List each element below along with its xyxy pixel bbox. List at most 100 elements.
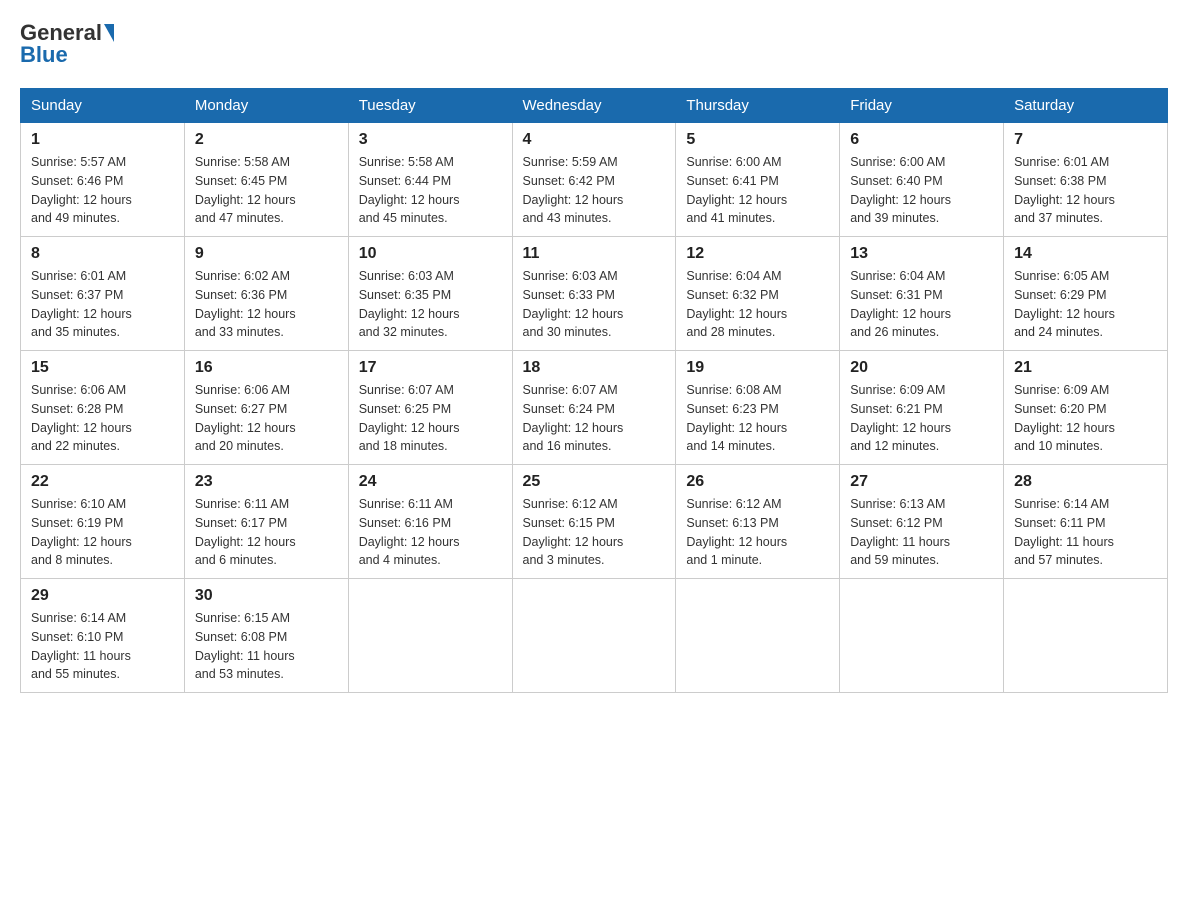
- calendar-cell: 18Sunrise: 6:07 AMSunset: 6:24 PMDayligh…: [512, 351, 676, 465]
- day-number: 11: [523, 245, 666, 263]
- calendar-cell: 27 Sunrise: 6:13 AMSunset: 6:12 PMDayligh…: [840, 465, 1004, 579]
- day-number: 1: [31, 131, 174, 149]
- calendar-cell: [348, 579, 512, 693]
- day-info: Sunrise: 6:15 AMSunset: 6:08 PMDaylight:…: [195, 609, 338, 684]
- day-number: 29: [31, 587, 174, 605]
- day-info: Sunrise: 6:12 AMSunset: 6:15 PMDaylight:…: [523, 495, 666, 570]
- calendar-cell: 16 Sunrise: 6:06 AMSunset: 6:27 PMDayligh…: [184, 351, 348, 465]
- calendar-cell: 11Sunrise: 6:03 AMSunset: 6:33 PMDayligh…: [512, 237, 676, 351]
- day-number: 30: [195, 587, 338, 605]
- week-row-4: 22 Sunrise: 6:10 AMSunset: 6:19 PMDayligh…: [21, 465, 1168, 579]
- weekday-header-sunday: Sunday: [21, 89, 185, 123]
- calendar-cell: 17 Sunrise: 6:07 AMSunset: 6:25 PMDayligh…: [348, 351, 512, 465]
- weekday-header-friday: Friday: [840, 89, 1004, 123]
- day-number: 23: [195, 473, 338, 491]
- day-info: Sunrise: 6:07 AMSunset: 6:24 PMDaylight:…: [523, 381, 666, 456]
- day-info: Sunrise: 6:11 AMSunset: 6:16 PMDaylight:…: [359, 495, 502, 570]
- day-number: 8: [31, 245, 174, 263]
- day-number: 14: [1014, 245, 1157, 263]
- calendar-cell: 25 Sunrise: 6:12 AMSunset: 6:15 PMDayligh…: [512, 465, 676, 579]
- day-info: Sunrise: 6:12 AMSunset: 6:13 PMDaylight:…: [686, 495, 829, 570]
- day-info: Sunrise: 6:06 AMSunset: 6:27 PMDaylight:…: [195, 381, 338, 456]
- day-info: Sunrise: 6:13 AMSunset: 6:12 PMDaylight:…: [850, 495, 993, 570]
- calendar-cell: 24 Sunrise: 6:11 AMSunset: 6:16 PMDayligh…: [348, 465, 512, 579]
- calendar-table: SundayMondayTuesdayWednesdayThursdayFrid…: [20, 88, 1168, 693]
- calendar-cell: 13Sunrise: 6:04 AMSunset: 6:31 PMDayligh…: [840, 237, 1004, 351]
- calendar-cell: 19 Sunrise: 6:08 AMSunset: 6:23 PMDayligh…: [676, 351, 840, 465]
- day-info: Sunrise: 6:07 AMSunset: 6:25 PMDaylight:…: [359, 381, 502, 456]
- day-number: 10: [359, 245, 502, 263]
- day-info: Sunrise: 6:00 AMSunset: 6:41 PMDaylight:…: [686, 153, 829, 228]
- calendar-cell: [676, 579, 840, 693]
- calendar-cell: 22 Sunrise: 6:10 AMSunset: 6:19 PMDayligh…: [21, 465, 185, 579]
- day-number: 16: [195, 359, 338, 377]
- calendar-cell: 14 Sunrise: 6:05 AMSunset: 6:29 PMDayligh…: [1004, 237, 1168, 351]
- calendar-cell: [1004, 579, 1168, 693]
- calendar-cell: 29 Sunrise: 6:14 AMSunset: 6:10 PMDayligh…: [21, 579, 185, 693]
- day-number: 21: [1014, 359, 1157, 377]
- day-number: 2: [195, 131, 338, 149]
- calendar-header: SundayMondayTuesdayWednesdayThursdayFrid…: [21, 89, 1168, 123]
- day-number: 9: [195, 245, 338, 263]
- week-row-1: 1 Sunrise: 5:57 AMSunset: 6:46 PMDaylight…: [21, 123, 1168, 237]
- day-number: 3: [359, 131, 502, 149]
- day-info: Sunrise: 5:58 AMSunset: 6:44 PMDaylight:…: [359, 153, 502, 228]
- logo: General Blue: [20, 20, 114, 68]
- calendar-cell: 3 Sunrise: 5:58 AMSunset: 6:44 PMDaylight…: [348, 123, 512, 237]
- day-number: 15: [31, 359, 174, 377]
- day-info: Sunrise: 5:59 AMSunset: 6:42 PMDaylight:…: [523, 153, 666, 228]
- day-number: 6: [850, 131, 993, 149]
- logo-blue-text: Blue: [20, 42, 68, 68]
- day-info: Sunrise: 6:14 AMSunset: 6:11 PMDaylight:…: [1014, 495, 1157, 570]
- day-info: Sunrise: 6:14 AMSunset: 6:10 PMDaylight:…: [31, 609, 174, 684]
- day-info: Sunrise: 6:08 AMSunset: 6:23 PMDaylight:…: [686, 381, 829, 456]
- day-number: 7: [1014, 131, 1157, 149]
- day-number: 27: [850, 473, 993, 491]
- calendar-cell: 30 Sunrise: 6:15 AMSunset: 6:08 PMDayligh…: [184, 579, 348, 693]
- day-number: 17: [359, 359, 502, 377]
- day-info: Sunrise: 6:06 AMSunset: 6:28 PMDaylight:…: [31, 381, 174, 456]
- week-row-3: 15 Sunrise: 6:06 AMSunset: 6:28 PMDayligh…: [21, 351, 1168, 465]
- calendar-cell: 2 Sunrise: 5:58 AMSunset: 6:45 PMDaylight…: [184, 123, 348, 237]
- calendar-cell: 28 Sunrise: 6:14 AMSunset: 6:11 PMDayligh…: [1004, 465, 1168, 579]
- day-info: Sunrise: 6:09 AMSunset: 6:21 PMDaylight:…: [850, 381, 993, 456]
- day-number: 24: [359, 473, 502, 491]
- calendar-cell: 8 Sunrise: 6:01 AMSunset: 6:37 PMDaylight…: [21, 237, 185, 351]
- day-info: Sunrise: 6:01 AMSunset: 6:37 PMDaylight:…: [31, 267, 174, 342]
- day-number: 20: [850, 359, 993, 377]
- weekday-header-row: SundayMondayTuesdayWednesdayThursdayFrid…: [21, 89, 1168, 123]
- page-header: General Blue: [20, 20, 1168, 68]
- day-info: Sunrise: 5:57 AMSunset: 6:46 PMDaylight:…: [31, 153, 174, 228]
- day-info: Sunrise: 6:03 AMSunset: 6:35 PMDaylight:…: [359, 267, 502, 342]
- day-info: Sunrise: 6:10 AMSunset: 6:19 PMDaylight:…: [31, 495, 174, 570]
- calendar-cell: 5 Sunrise: 6:00 AMSunset: 6:41 PMDaylight…: [676, 123, 840, 237]
- day-number: 28: [1014, 473, 1157, 491]
- weekday-header-monday: Monday: [184, 89, 348, 123]
- day-info: Sunrise: 6:09 AMSunset: 6:20 PMDaylight:…: [1014, 381, 1157, 456]
- calendar-cell: 4 Sunrise: 5:59 AMSunset: 6:42 PMDaylight…: [512, 123, 676, 237]
- calendar-cell: 15 Sunrise: 6:06 AMSunset: 6:28 PMDayligh…: [21, 351, 185, 465]
- day-number: 4: [523, 131, 666, 149]
- calendar-cell: 12 Sunrise: 6:04 AMSunset: 6:32 PMDayligh…: [676, 237, 840, 351]
- day-number: 22: [31, 473, 174, 491]
- day-info: Sunrise: 6:02 AMSunset: 6:36 PMDaylight:…: [195, 267, 338, 342]
- calendar-cell: 10 Sunrise: 6:03 AMSunset: 6:35 PMDayligh…: [348, 237, 512, 351]
- day-info: Sunrise: 6:05 AMSunset: 6:29 PMDaylight:…: [1014, 267, 1157, 342]
- weekday-header-saturday: Saturday: [1004, 89, 1168, 123]
- day-info: Sunrise: 6:00 AMSunset: 6:40 PMDaylight:…: [850, 153, 993, 228]
- week-row-2: 8 Sunrise: 6:01 AMSunset: 6:37 PMDaylight…: [21, 237, 1168, 351]
- day-number: 12: [686, 245, 829, 263]
- day-info: Sunrise: 6:01 AMSunset: 6:38 PMDaylight:…: [1014, 153, 1157, 228]
- calendar-cell: 26 Sunrise: 6:12 AMSunset: 6:13 PMDayligh…: [676, 465, 840, 579]
- calendar-cell: 1 Sunrise: 5:57 AMSunset: 6:46 PMDaylight…: [21, 123, 185, 237]
- day-info: Sunrise: 6:04 AMSunset: 6:32 PMDaylight:…: [686, 267, 829, 342]
- day-number: 26: [686, 473, 829, 491]
- day-number: 19: [686, 359, 829, 377]
- calendar-cell: 20 Sunrise: 6:09 AMSunset: 6:21 PMDayligh…: [840, 351, 1004, 465]
- day-number: 25: [523, 473, 666, 491]
- day-info: Sunrise: 5:58 AMSunset: 6:45 PMDaylight:…: [195, 153, 338, 228]
- day-number: 5: [686, 131, 829, 149]
- calendar-cell: 9 Sunrise: 6:02 AMSunset: 6:36 PMDaylight…: [184, 237, 348, 351]
- day-number: 13: [850, 245, 993, 263]
- calendar-cell: [840, 579, 1004, 693]
